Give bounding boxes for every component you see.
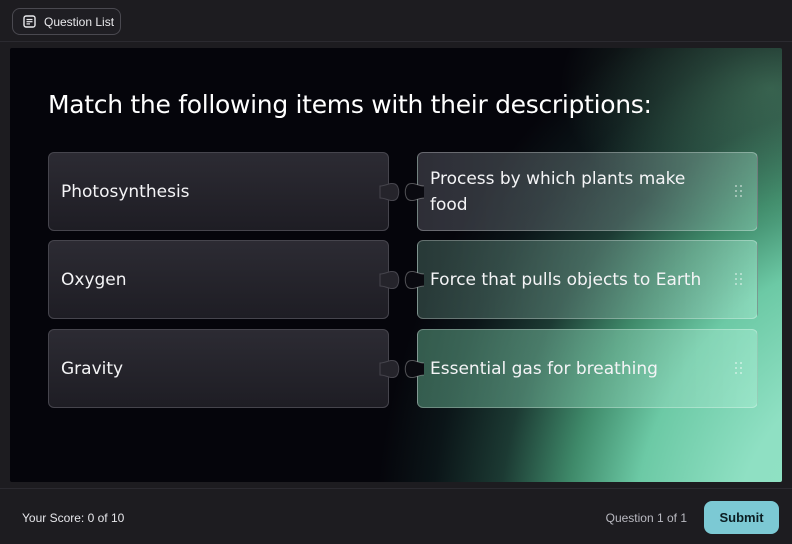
- match-description-card[interactable]: Process by which plants make food: [404, 152, 758, 231]
- match-term-label: Gravity: [61, 358, 124, 379]
- drag-handle-icon[interactable]: [735, 184, 743, 199]
- question-stage: Match the following items with their des…: [10, 48, 782, 482]
- match-term-card: Photosynthesis: [48, 152, 400, 231]
- match-description-card[interactable]: Essential gas for breathing: [404, 329, 758, 408]
- match-description-label: Force that pulls objects to Earth: [430, 269, 702, 290]
- match-description-label: Process by which plants make food: [430, 168, 686, 215]
- drag-handle-icon[interactable]: [735, 361, 743, 376]
- match-description-label: Essential gas for breathing: [430, 358, 658, 379]
- drag-handle-icon[interactable]: [735, 272, 743, 287]
- match-term-card: Oxygen: [48, 240, 400, 319]
- puzzle-slot-icon: [404, 359, 425, 379]
- match-term-card: Gravity: [48, 329, 400, 408]
- question-counter: Question 1 of 1: [605, 511, 687, 525]
- footer-bar: Your Score: 0 of 10 Question 1 of 1 Subm…: [0, 488, 792, 544]
- match-description-card[interactable]: Force that pulls objects to Earth: [404, 240, 758, 319]
- score-text: Your Score: 0 of 10: [22, 511, 125, 525]
- question-list-label: Question List: [44, 14, 115, 29]
- list-document-icon: [23, 15, 36, 28]
- question-list-button[interactable]: Question List: [12, 8, 121, 35]
- match-term-label: Oxygen: [61, 269, 127, 290]
- top-bar: Question List: [0, 0, 792, 42]
- puzzle-tab-icon: [379, 270, 400, 290]
- puzzle-slot-icon: [404, 270, 425, 290]
- question-prompt: Match the following items with their des…: [48, 90, 652, 119]
- puzzle-tab-icon: [379, 359, 400, 379]
- submit-button[interactable]: Submit: [704, 501, 779, 534]
- puzzle-slot-icon: [404, 182, 425, 202]
- match-term-label: Photosynthesis: [61, 181, 190, 202]
- puzzle-tab-icon: [379, 182, 400, 202]
